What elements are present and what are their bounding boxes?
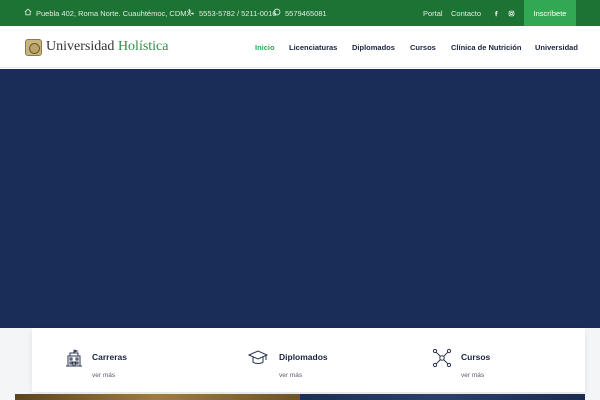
portal-link[interactable]: Portal	[423, 0, 443, 26]
logo-text: Universidad Holística	[46, 39, 168, 55]
top-bar: Puebla 402, Roma Norte. Cuauhtémoc, CDMX…	[0, 0, 600, 26]
phone-text[interactable]: 5553-5782 / 5211-0016	[199, 9, 276, 18]
instagram-icon[interactable]	[506, 0, 516, 26]
feature-link[interactable]: ver más	[461, 372, 484, 379]
feature-link[interactable]: ver más	[92, 372, 115, 379]
contacto-link[interactable]: Contacto	[451, 0, 481, 26]
network-icon	[432, 348, 452, 368]
hero-banner	[0, 69, 600, 328]
main-header: Universidad Holística Inicio Licenciatur…	[0, 26, 600, 68]
logo-text-primary: Universidad	[46, 39, 115, 54]
nav-item-universidad[interactable]: Universidad	[535, 26, 578, 68]
features-strip: Carreras ver más Diplomados ver más Curs…	[32, 328, 585, 392]
feature-carreras[interactable]: Carreras ver más	[64, 328, 224, 392]
university-seal-icon	[25, 38, 42, 56]
nav-item-cursos[interactable]: Cursos	[410, 26, 436, 68]
site-logo[interactable]: Universidad Holística	[25, 36, 168, 58]
feature-link[interactable]: ver más	[279, 372, 302, 379]
feature-title: Carreras	[92, 352, 127, 362]
whatsapp-icon	[273, 8, 281, 18]
logo-text-accent: Holística	[117, 39, 169, 54]
feature-title: Diplomados	[279, 352, 328, 362]
teaser-image-right[interactable]	[300, 394, 585, 400]
address-info: Puebla 402, Roma Norte. Cuauhtémoc, CDMX	[24, 0, 192, 26]
graduation-cap-icon	[247, 348, 269, 368]
address-text: Puebla 402, Roma Norte. Cuauhtémoc, CDMX	[36, 8, 192, 18]
nav-item-licenciaturas[interactable]: Licenciaturas	[289, 26, 337, 68]
feature-diplomados[interactable]: Diplomados ver más	[247, 328, 408, 392]
building-icon	[64, 348, 84, 368]
teaser-image-left[interactable]	[15, 394, 300, 400]
inscribete-button[interactable]: Inscríbete	[524, 0, 576, 26]
feature-title: Cursos	[461, 352, 491, 362]
phone-icon	[187, 8, 195, 18]
whatsapp-text[interactable]: 5579465081	[285, 9, 327, 18]
nav-item-inicio[interactable]: Inicio	[255, 26, 275, 68]
whatsapp-info: 5579465081	[273, 0, 327, 26]
nav-item-diplomados[interactable]: Diplomados	[352, 26, 395, 68]
phone-info: 5553-5782 / 5211-0016	[187, 0, 276, 26]
nav-item-clinica-nutricion[interactable]: Clínica de Nutrición	[451, 26, 521, 68]
home-icon	[24, 8, 32, 18]
facebook-icon[interactable]	[491, 0, 501, 26]
feature-cursos[interactable]: Cursos ver más	[432, 328, 582, 392]
